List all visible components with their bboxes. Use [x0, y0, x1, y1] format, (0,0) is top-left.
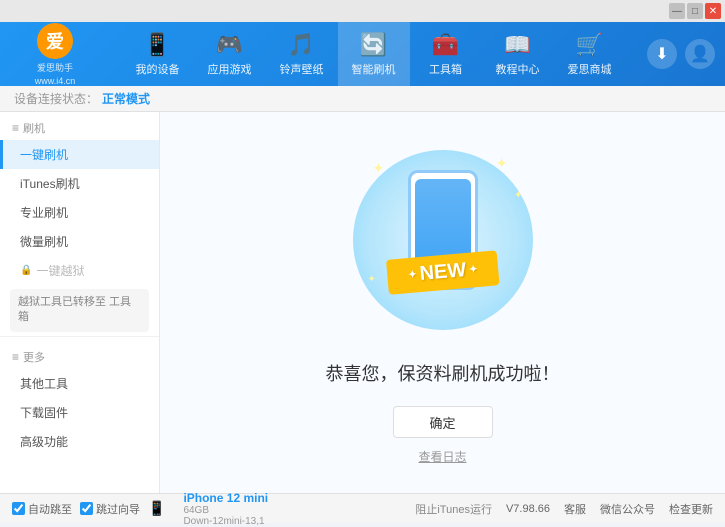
jailbreak-label: 一键越狱: [36, 262, 84, 279]
device-firmware: Down-12mini-13,1: [183, 516, 268, 527]
sidebar: ≡ 刷机 一键刷机 iTunes刷机 专业刷机 微量刷机 🔒 一键越狱 越狱工具…: [0, 112, 160, 493]
nav-item-apps-games[interactable]: 🎮 应用游戏: [194, 22, 266, 86]
nav-item-ringtones[interactable]: 🎵 铃声壁纸: [266, 22, 338, 86]
sidebar-section-flash: ≡ 刷机: [0, 112, 159, 140]
flash-section-icon: ≡: [12, 121, 19, 135]
skip-wizard-checkbox[interactable]: 跳过向导: [80, 501, 140, 517]
confirm-button-label: 确定: [429, 413, 455, 432]
device-name: iPhone 12 mini: [183, 491, 268, 505]
sidebar-item-micro-flash[interactable]: 微量刷机: [0, 227, 159, 256]
sidebar-item-download-firmware[interactable]: 下载固件: [0, 398, 159, 427]
tutorials-icon: 📖: [504, 32, 531, 58]
maximize-button[interactable]: □: [687, 3, 703, 19]
status-bar: 设备连接状态： 正常模式: [0, 86, 725, 112]
success-text: 恭喜您，保资料刷机成功啦！: [326, 360, 560, 386]
ringtones-icon: 🎵: [288, 32, 315, 58]
my-device-label: 我的设备: [136, 61, 180, 77]
view-log-link[interactable]: 查看日志: [418, 448, 466, 465]
skip-wizard-label: 跳过向导: [96, 501, 140, 517]
check-update-link[interactable]: 检查更新: [669, 501, 713, 517]
top-nav: 爱 爱思助手 www.i4.cn 📱 我的设备 🎮 应用游戏 🎵 铃声壁纸 🔄 …: [0, 22, 725, 86]
bottom-bar: 自动跳至 跳过向导 📱 iPhone 12 mini 64GB Down-12m…: [0, 493, 725, 523]
logo-url: www.i4.cn: [35, 76, 76, 86]
star-3: ✦: [514, 190, 522, 201]
nav-item-tutorials[interactable]: 📖 教程中心: [482, 22, 554, 86]
main-layout: ≡ 刷机 一键刷机 iTunes刷机 专业刷机 微量刷机 🔒 一键越狱 越狱工具…: [0, 112, 725, 493]
device-phone-icon: 📱: [148, 500, 165, 517]
skip-wizard-input[interactable]: [80, 502, 93, 515]
nav-item-my-device[interactable]: 📱 我的设备: [122, 22, 194, 86]
title-bar: — □ ✕: [0, 0, 725, 22]
toolbox-label: 工具箱: [429, 61, 462, 77]
bottom-left: 自动跳至 跳过向导 📱 iPhone 12 mini 64GB Down-12m…: [12, 491, 415, 527]
nav-item-toolbox[interactable]: 🧰 工具箱: [410, 22, 482, 86]
more-section-title: 更多: [23, 349, 45, 365]
sidebar-item-pro-flash[interactable]: 专业刷机: [0, 198, 159, 227]
customer-service-link[interactable]: 客服: [564, 501, 586, 517]
toolbox-icon: 🧰: [432, 32, 459, 58]
sidebar-section-more: ≡ 更多: [0, 341, 159, 369]
device-info: iPhone 12 mini 64GB Down-12mini-13,1: [183, 491, 268, 527]
star-1: ✦: [373, 160, 385, 177]
auto-jump-label: 自动跳至: [28, 501, 72, 517]
stop-itunes-label: 阻止iTunes运行: [415, 501, 492, 517]
pro-flash-label: 专业刷机: [20, 206, 68, 220]
ringtones-label: 铃声壁纸: [280, 61, 324, 77]
micro-flash-label: 微量刷机: [20, 235, 68, 249]
apps-games-label: 应用游戏: [208, 61, 252, 77]
sidebar-item-one-click-flash[interactable]: 一键刷机: [0, 140, 159, 169]
tutorials-label: 教程中心: [496, 61, 540, 77]
nav-right-buttons: ⬇ 👤: [647, 39, 715, 69]
minimize-button[interactable]: —: [669, 3, 685, 19]
itunes-flash-label: iTunes刷机: [20, 177, 80, 191]
close-button[interactable]: ✕: [705, 3, 721, 19]
star-4: ✦: [368, 274, 376, 285]
status-value: 正常模式: [102, 90, 150, 107]
logo-icon: 爱: [37, 23, 73, 59]
bottom-right: 阻止iTunes运行 V7.98.66 客服 微信公众号 检查更新: [415, 501, 713, 517]
logo-area: 爱 爱思助手 www.i4.cn: [10, 23, 100, 86]
auto-jump-checkbox[interactable]: 自动跳至: [12, 501, 72, 517]
sidebar-item-other-tools[interactable]: 其他工具: [0, 369, 159, 398]
user-button[interactable]: 👤: [685, 39, 715, 69]
download-icon: ⬇: [655, 44, 668, 64]
confirm-button[interactable]: 确定: [393, 406, 493, 438]
mall-label: 爱思商城: [568, 61, 612, 77]
lock-icon: 🔒: [20, 265, 32, 276]
smart-flash-icon: 🔄: [360, 32, 387, 58]
sidebar-notice-text: 越狱工具已转移至 工具箱: [18, 296, 131, 323]
device-storage: 64GB: [183, 505, 268, 516]
sidebar-item-jailbreak: 🔒 一键越狱: [0, 256, 159, 285]
wechat-public-link[interactable]: 微信公众号: [600, 501, 655, 517]
logo-icon-text: 爱: [46, 28, 64, 54]
flash-section-title: 刷机: [23, 120, 45, 136]
apps-games-icon: 🎮: [216, 32, 243, 58]
smart-flash-label: 智能刷机: [352, 61, 396, 77]
sidebar-item-advanced[interactable]: 高级功能: [0, 427, 159, 456]
other-tools-label: 其他工具: [20, 377, 68, 391]
version-label: V7.98.66: [506, 503, 550, 515]
nav-items: 📱 我的设备 🎮 应用游戏 🎵 铃声壁纸 🔄 智能刷机 🧰 工具箱 📖 教程中心…: [100, 22, 647, 86]
sidebar-divider: [0, 336, 159, 337]
user-icon: 👤: [690, 44, 710, 64]
download-button[interactable]: ⬇: [647, 39, 677, 69]
my-device-icon: 📱: [144, 32, 171, 58]
nav-item-smart-flash[interactable]: 🔄 智能刷机: [338, 22, 410, 86]
success-illustration: ✦ ✦ ✦ ✦ NEW: [343, 140, 543, 340]
sidebar-notice: 越狱工具已转移至 工具箱: [10, 289, 149, 332]
one-click-flash-label: 一键刷机: [20, 148, 68, 162]
logo-name: 爱思助手: [37, 61, 73, 74]
more-section-icon: ≡: [12, 350, 19, 364]
content-area: ✦ ✦ ✦ ✦ NEW 恭喜您，保资料刷机成功啦！ 确定 查看日志: [160, 112, 725, 493]
auto-jump-input[interactable]: [12, 502, 25, 515]
sidebar-item-itunes-flash[interactable]: iTunes刷机: [0, 169, 159, 198]
download-firmware-label: 下载固件: [20, 406, 68, 420]
star-2: ✦: [496, 155, 508, 172]
stop-itunes-button[interactable]: 阻止iTunes运行: [415, 501, 492, 517]
mall-icon: 🛒: [576, 32, 603, 58]
advanced-label: 高级功能: [20, 435, 68, 449]
status-label: 设备连接状态：: [14, 90, 98, 107]
nav-item-mall[interactable]: 🛒 爱思商城: [554, 22, 626, 86]
